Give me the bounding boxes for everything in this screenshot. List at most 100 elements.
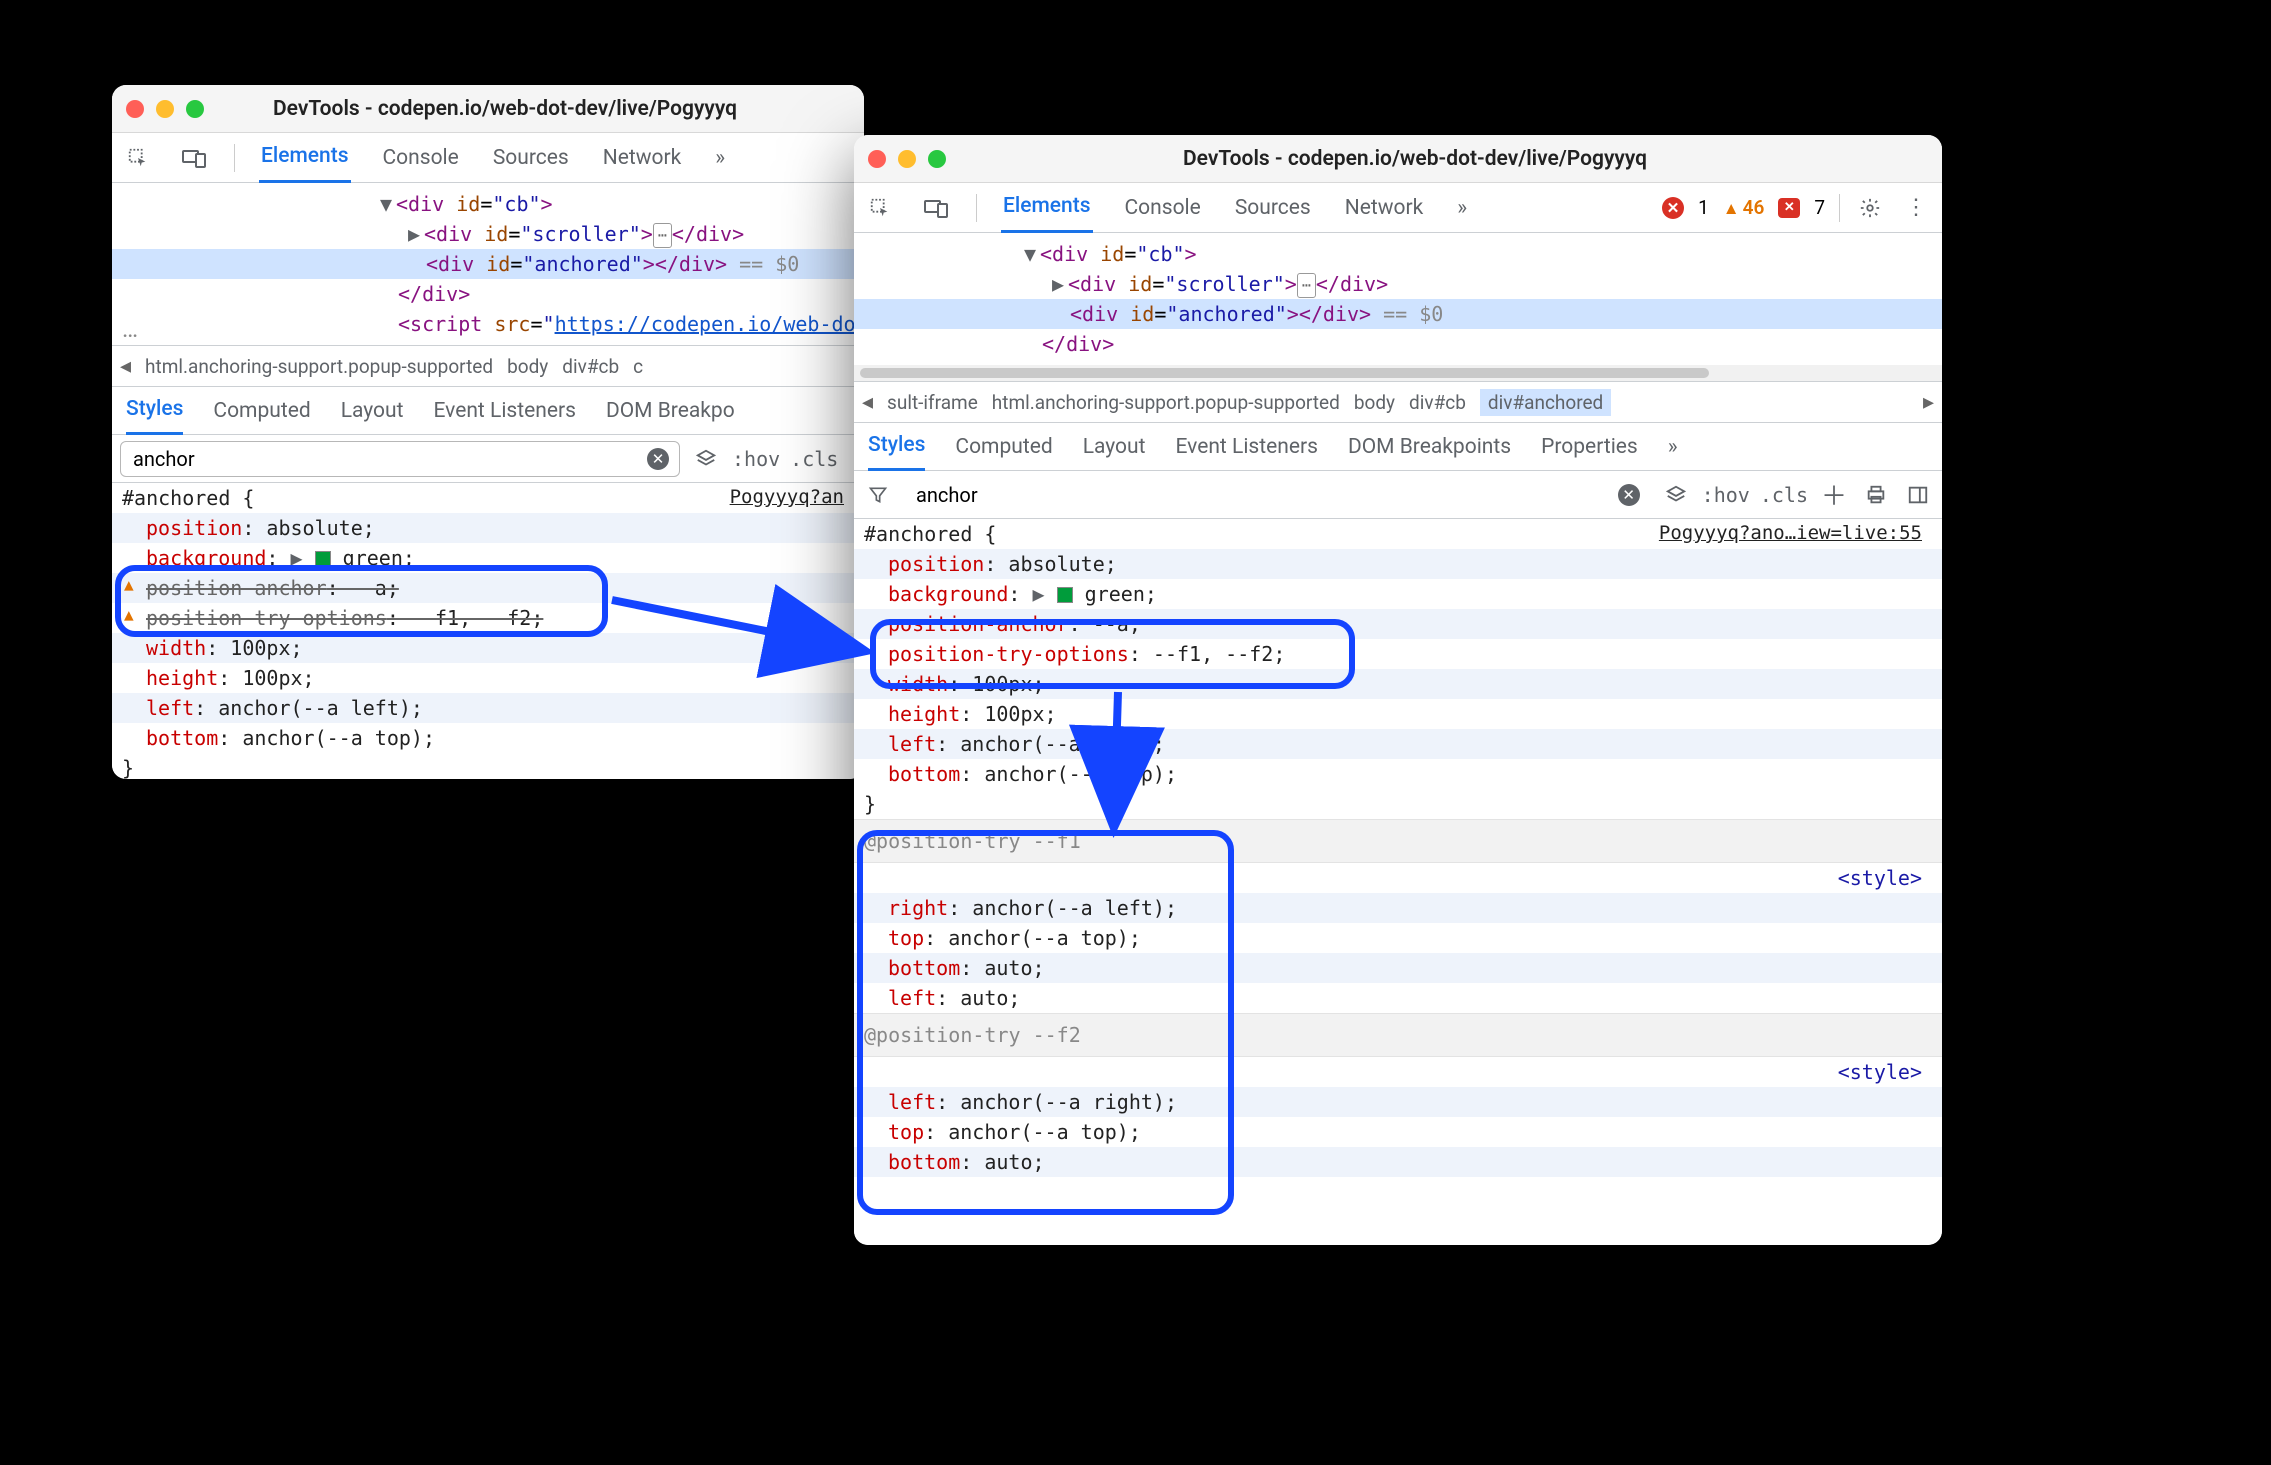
panel-icon[interactable] (1902, 479, 1934, 511)
window-title: DevTools - codepen.io/web-dot-dev/live/P… (962, 147, 1868, 171)
layers-icon[interactable] (690, 443, 722, 475)
panetab-computed[interactable]: Computed (213, 387, 310, 435)
violation-icon[interactable]: ✕ (1778, 198, 1800, 218)
tab-console[interactable]: Console (381, 133, 461, 183)
panetab-styles[interactable]: Styles (126, 387, 183, 435)
crumb-html[interactable]: html.anchoring-support.popup-supported (145, 355, 493, 378)
kebab-icon[interactable]: ⋮ (1900, 192, 1932, 224)
color-swatch-icon[interactable] (315, 551, 331, 567)
position-try-f2-header: @position-try --f2 (854, 1013, 1942, 1057)
clear-icon[interactable]: ✕ (1618, 484, 1640, 506)
crumb-html[interactable]: html.anchoring-support.popup-supported (992, 391, 1340, 414)
filter-searchbox[interactable]: ✕ (120, 441, 680, 477)
titlebar: DevTools - codepen.io/web-dot-dev/live/P… (854, 135, 1942, 183)
selector: #anchored { (864, 522, 996, 546)
devtools-window-left: DevTools - codepen.io/web-dot-dev/live/P… (112, 85, 864, 779)
crumb-left-icon[interactable]: ◂ (120, 354, 131, 379)
scrollbar[interactable] (854, 365, 1942, 381)
hov-button[interactable]: :hov (732, 447, 780, 471)
layers-icon[interactable] (1660, 479, 1692, 511)
traffic-lights (868, 150, 946, 168)
filter-input[interactable] (914, 482, 1618, 508)
cls-button[interactable]: .cls (790, 447, 838, 471)
print-icon[interactable] (1860, 479, 1892, 511)
crumb-partial[interactable]: c (633, 355, 643, 378)
close-icon[interactable] (126, 100, 144, 118)
separator (976, 194, 977, 222)
panetab-dombp[interactable]: DOM Breakpoints (1348, 423, 1511, 471)
tab-sources[interactable]: Sources (491, 133, 571, 183)
breadcrumb[interactable]: ◂ sult-iframe html.anchoring-support.pop… (854, 381, 1942, 423)
zoom-icon[interactable] (186, 100, 204, 118)
source-link[interactable]: Pogyyyq?an (730, 483, 854, 512)
crumb-anchored[interactable]: div#anchored (1480, 389, 1611, 416)
dom-tree[interactable]: ▼<div id="cb"> ▶<div id="scroller">⋯</di… (854, 233, 1942, 365)
tab-elements[interactable]: Elements (259, 133, 351, 183)
panetab-events[interactable]: Event Listeners (1175, 423, 1317, 471)
crumb-right-icon[interactable]: ▸ (1923, 390, 1934, 415)
panetab-computed[interactable]: Computed (955, 423, 1052, 471)
zoom-icon[interactable] (928, 150, 946, 168)
style-link[interactable]: <style> (1838, 1057, 1932, 1087)
panetab-layout[interactable]: Layout (1083, 423, 1146, 471)
warning-count[interactable]: 46 (1723, 196, 1765, 219)
main-toolbar: Elements Console Sources Network » (112, 133, 864, 183)
crumb-body[interactable]: body (1354, 391, 1395, 414)
minimize-icon[interactable] (156, 100, 174, 118)
gear-icon[interactable] (1854, 192, 1886, 224)
close-brace: } (112, 753, 864, 779)
panetab-more[interactable]: » (1668, 423, 1678, 471)
breadcrumb[interactable]: ◂ html.anchoring-support.popup-supported… (112, 345, 864, 387)
funnel-icon[interactable] (862, 479, 894, 511)
position-try-f1-header: @position-try --f1 (854, 819, 1942, 863)
tab-console[interactable]: Console (1123, 183, 1203, 233)
tab-more[interactable]: » (713, 133, 727, 183)
script-src-url[interactable]: https://codepen.io/web-dot-d (555, 312, 864, 336)
crumb-body[interactable]: body (507, 355, 548, 378)
close-brace: } (854, 789, 1942, 819)
dom-tree[interactable]: ▼<div id="cb"> ▶<div id="scroller">⋯</di… (112, 183, 864, 345)
styles-pane[interactable]: Pogyyyq?ano…iew=live:55#anchored { posit… (854, 519, 1942, 1245)
tab-network[interactable]: Network (1343, 183, 1426, 233)
panetab-events[interactable]: Event Listeners (433, 387, 575, 435)
filter-input[interactable] (131, 446, 647, 472)
crumb-divcb[interactable]: div#cb (562, 355, 619, 378)
error-count[interactable]: 1 (1698, 196, 1709, 219)
titlebar: DevTools - codepen.io/web-dot-dev/live/P… (112, 85, 864, 133)
crumb-iframe[interactable]: sult-iframe (887, 391, 978, 414)
tab-elements[interactable]: Elements (1001, 183, 1093, 233)
hov-button[interactable]: :hov (1702, 483, 1750, 507)
selected-eq0: == $0 (1371, 302, 1443, 326)
panetab-dombp[interactable]: DOM Breakpo (606, 387, 735, 435)
filter-searchbox[interactable]: ✕ (904, 477, 1650, 513)
styles-pane[interactable]: Pogyyyq?an#anchored { position: absolute… (112, 483, 864, 779)
panetab-layout[interactable]: Layout (341, 387, 404, 435)
minimize-icon[interactable] (898, 150, 916, 168)
clear-icon[interactable]: ✕ (647, 448, 669, 470)
source-link[interactable]: Pogyyyq?ano…iew=live:55 (1659, 519, 1932, 548)
panetab-styles[interactable]: Styles (868, 423, 925, 471)
tab-network[interactable]: Network (601, 133, 684, 183)
separator (1839, 194, 1840, 222)
tab-sources[interactable]: Sources (1233, 183, 1313, 233)
separator (234, 144, 235, 172)
style-link[interactable]: <style> (1838, 863, 1932, 893)
cls-button[interactable]: .cls (1760, 483, 1808, 507)
error-icon[interactable]: ✕ (1662, 197, 1684, 219)
inspect-icon[interactable] (864, 192, 896, 224)
panetab-props[interactable]: Properties (1541, 423, 1638, 471)
color-swatch-icon[interactable] (1057, 587, 1073, 603)
styles-filter-bar: ✕ :hov .cls ＋ (854, 471, 1942, 519)
close-icon[interactable] (868, 150, 886, 168)
plus-icon[interactable]: ＋ (1818, 479, 1850, 511)
crumb-left-icon[interactable]: ◂ (862, 390, 873, 415)
violation-count[interactable]: 7 (1814, 196, 1825, 219)
device-icon[interactable] (920, 192, 952, 224)
status-group: ✕ 1 46 ✕ 7 ⋮ (1662, 192, 1932, 224)
tab-more[interactable]: » (1455, 183, 1469, 233)
window-title: DevTools - codepen.io/web-dot-dev/live/P… (220, 97, 790, 121)
crumb-divcb[interactable]: div#cb (1409, 391, 1466, 414)
inspect-icon[interactable] (122, 142, 154, 174)
traffic-lights (126, 100, 204, 118)
device-icon[interactable] (178, 142, 210, 174)
